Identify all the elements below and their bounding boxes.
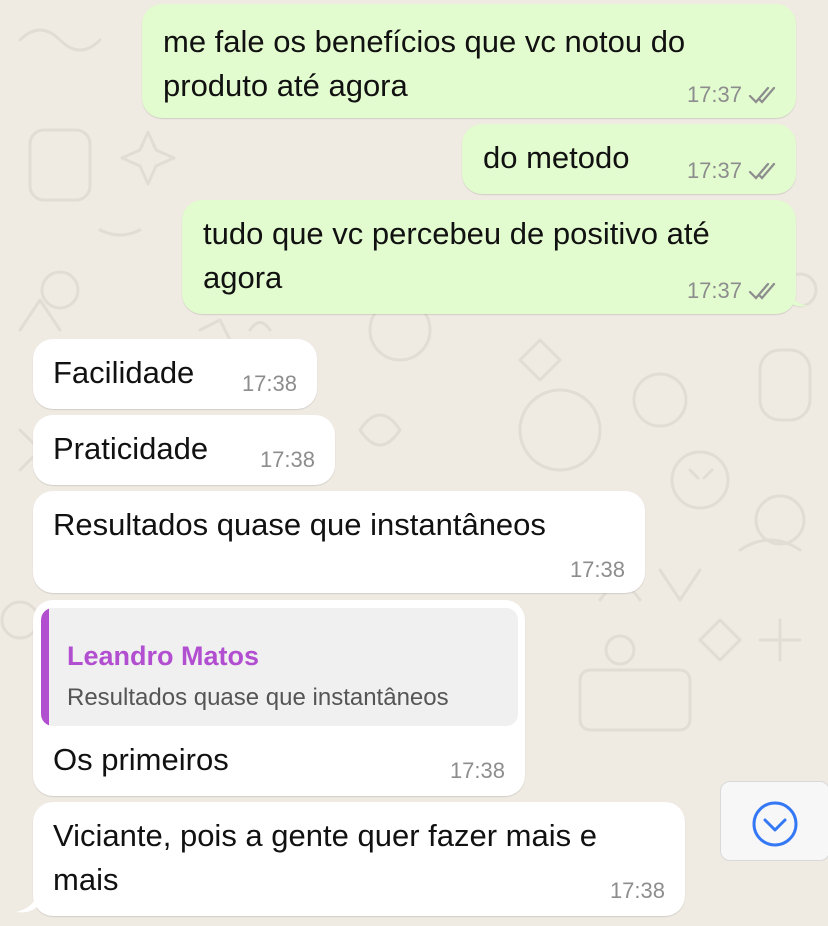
chevron-down-icon <box>752 801 798 847</box>
message-meta: 17:38 <box>450 758 505 784</box>
quoted-message[interactable]: Leandro Matos Resultados quase que insta… <box>41 608 518 726</box>
message-bubble-incoming[interactable]: Resultados quase que instantâneos 17:38 <box>33 491 645 593</box>
message-bubble-outgoing[interactable]: do metodo 17:37 <box>462 124 796 194</box>
quote-text: Resultados quase que instantâneos <box>67 684 449 711</box>
message-time: 17:38 <box>449 758 505 783</box>
message-text: me fale os benefícios que vc notou do pr… <box>163 24 686 103</box>
message-bubble-outgoing[interactable]: tudo que vc percebeu de positivo até ago… <box>182 200 796 314</box>
bubble-tail <box>786 286 808 307</box>
message-text: Praticidade <box>53 431 209 466</box>
message-text: tudo que vc percebeu de positivo até ago… <box>203 216 710 295</box>
message-bubble-incoming[interactable]: Viciante, pois a gente quer fazer mais e… <box>33 802 685 916</box>
message-time: 17:37 <box>686 158 742 183</box>
message-bubble-incoming[interactable]: Facilidade 17:38 <box>33 339 317 409</box>
message-text: Facilidade <box>53 355 195 390</box>
message-time: 17:38 <box>241 371 297 396</box>
message-bubble-incoming[interactable]: Praticidade 17:38 <box>33 415 335 485</box>
message-time: 17:37 <box>686 82 742 107</box>
message-bubble-incoming[interactable]: Leandro Matos Resultados quase que insta… <box>33 600 525 796</box>
message-meta: 17:37 <box>687 82 778 108</box>
bubble-tail <box>16 892 38 913</box>
message-text: Resultados quase que instantâneos <box>53 507 546 542</box>
message-time: 17:37 <box>686 278 742 303</box>
message-time: 17:38 <box>259 447 315 472</box>
read-receipt-icon <box>748 162 776 180</box>
message-time: 17:38 <box>569 557 625 582</box>
message-bubble-outgoing[interactable]: me fale os benefícios que vc notou do pr… <box>142 4 796 118</box>
message-meta: 17:38 <box>242 371 297 397</box>
read-receipt-icon <box>748 282 776 300</box>
message-meta: 17:38 <box>610 878 665 904</box>
message-text: do metodo <box>483 140 630 175</box>
message-time: 17:38 <box>609 878 665 903</box>
message-text: Os primeiros <box>53 742 229 777</box>
message-meta: 17:37 <box>687 158 778 184</box>
message-meta: 17:38 <box>570 557 625 583</box>
message-text: Viciante, pois a gente quer fazer mais e… <box>53 818 597 897</box>
message-meta: 17:37 <box>687 278 778 304</box>
message-meta: 17:38 <box>260 447 315 473</box>
quote-accent-bar <box>41 608 49 726</box>
read-receipt-icon <box>748 86 776 104</box>
scroll-to-bottom-button[interactable] <box>720 781 828 861</box>
quote-author: Leandro Matos <box>67 641 260 671</box>
